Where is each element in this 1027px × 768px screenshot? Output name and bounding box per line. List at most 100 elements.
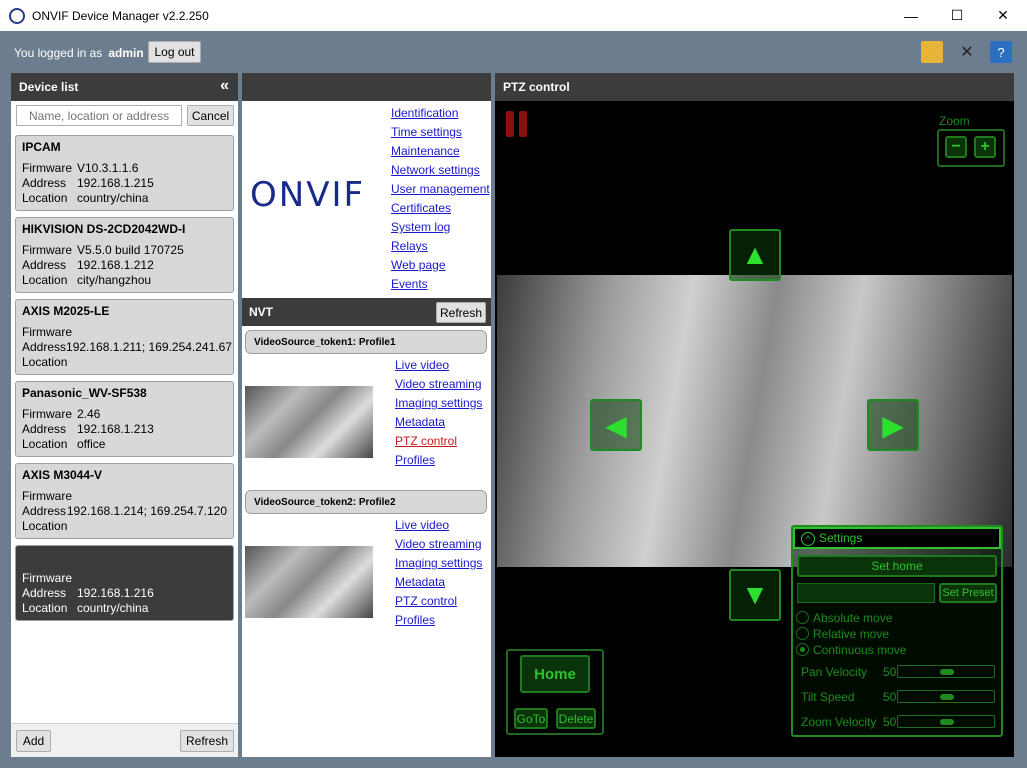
device-item[interactable]: IPCAM Firmware V10.3.1.1.6 Address 192.168…	[15, 135, 234, 211]
app-icon	[9, 7, 25, 24]
add-device-button[interactable]: Add	[16, 730, 51, 752]
zoom-in-button[interactable]: +	[974, 136, 996, 158]
device-location: city/hangzhou	[77, 273, 152, 287]
absolute-move-label: Absolute move	[813, 611, 893, 625]
link-web-page[interactable]: Web page	[391, 258, 446, 272]
device-item[interactable]: AXIS M2025-LE Firmware Address 192.168.1.…	[15, 299, 234, 375]
absolute-move-radio[interactable]	[796, 611, 809, 624]
zoom-velocity-value: 50	[883, 715, 897, 729]
firmware-label: Firmware	[22, 489, 72, 503]
address-label: Address	[22, 176, 67, 190]
device-address: 192.168.1.214; 169.254.7.120	[66, 504, 227, 518]
onvif-logo: ONVIF	[250, 175, 366, 215]
link-live-video[interactable]: Live video	[395, 518, 449, 532]
goto-button[interactable]: GoTo	[514, 708, 548, 729]
tilt-down-icon[interactable]: ▼	[729, 569, 781, 621]
pan-velocity-value: 50	[883, 665, 897, 679]
pan-velocity-slider[interactable]	[897, 665, 995, 678]
continuous-move-radio[interactable]	[796, 643, 809, 656]
device-name: IPCAM	[22, 140, 61, 154]
ptz-title: PTZ control	[503, 80, 570, 94]
link-identification[interactable]: Identification	[391, 106, 458, 120]
ptz-video-feed[interactable]	[497, 275, 1012, 567]
device-search-input[interactable]	[16, 105, 182, 126]
pause-icon[interactable]	[519, 111, 527, 137]
nvt-refresh-button[interactable]: Refresh	[436, 302, 486, 323]
ptz-settings-panel: ^ Settings Set home Set Preset Absolute m…	[791, 525, 1003, 737]
relative-move-label: Relative move	[813, 627, 890, 641]
device-firmware: V5.5.0 build 170725	[77, 243, 184, 257]
cancel-search-button[interactable]: Cancel	[187, 105, 234, 126]
link-ptz-control[interactable]: PTZ control	[395, 594, 457, 608]
link-system-log[interactable]: System log	[391, 220, 450, 234]
pan-right-icon[interactable]: ▶	[867, 399, 919, 451]
link-network-settings[interactable]: Network settings	[391, 163, 480, 177]
device-address: 192.168.1.213	[77, 422, 154, 436]
ptz-panel: PTZ control Zoom − + ▲ ▼ ◀ ▶ Home GoTo D…	[495, 73, 1014, 757]
close-button[interactable]: ✕	[980, 0, 1026, 31]
link-imaging-settings[interactable]: Imaging settings	[395, 396, 482, 410]
link-profiles[interactable]: Profiles	[395, 453, 435, 467]
link-video-streaming[interactable]: Video streaming	[395, 377, 482, 391]
collapse-icon[interactable]: «	[220, 77, 229, 95]
device-panel: ONVIF Identification Time settings Maint…	[242, 73, 491, 757]
zoom-label: Zoom	[939, 114, 970, 128]
link-metadata[interactable]: Metadata	[395, 575, 445, 589]
delete-button[interactable]: Delete	[556, 708, 596, 729]
slider-knob[interactable]	[940, 694, 954, 700]
device-name	[22, 550, 227, 566]
link-ptz-control-active[interactable]: PTZ control	[395, 434, 457, 448]
zoom-out-button[interactable]: −	[945, 136, 967, 158]
login-status: You logged in as admin	[14, 46, 144, 60]
ptz-panel-header: PTZ control	[495, 73, 1014, 101]
relative-move-radio[interactable]	[796, 627, 809, 640]
slider-knob[interactable]	[940, 669, 954, 675]
firmware-label: Firmware	[22, 161, 72, 175]
pan-left-icon[interactable]: ◀	[590, 399, 642, 451]
link-video-streaming[interactable]: Video streaming	[395, 537, 482, 551]
link-user-management[interactable]: User management	[391, 182, 490, 196]
device-item[interactable]: HIKVISION DS-2CD2042WD-I Firmware V5.5.0 …	[15, 217, 234, 293]
link-events[interactable]: Events	[391, 277, 428, 291]
maximize-button[interactable]: ☐	[934, 0, 980, 31]
link-certificates[interactable]: Certificates	[391, 201, 451, 215]
link-metadata[interactable]: Metadata	[395, 415, 445, 429]
device-firmware: 2.46	[77, 407, 101, 421]
tilt-up-icon[interactable]: ▲	[729, 229, 781, 281]
home-button[interactable]: Home	[520, 655, 590, 693]
tilt-speed-slider[interactable]	[897, 690, 995, 703]
minimize-button[interactable]: —	[888, 0, 934, 31]
refresh-devices-button[interactable]: Refresh	[180, 730, 234, 752]
tools-icon[interactable]: ✕	[956, 41, 978, 63]
link-maintenance[interactable]: Maintenance	[391, 144, 460, 158]
slider-knob[interactable]	[940, 719, 954, 725]
device-item[interactable]: AXIS M3044-V Firmware Address 192.168.1.2…	[15, 463, 234, 539]
device-item-selected[interactable]: Firmware Address 192.168.1.216 Location co…	[15, 545, 234, 621]
device-location: country/china	[77, 601, 149, 615]
address-label: Address	[22, 504, 67, 518]
device-firmware: V10.3.1.1.6	[77, 161, 139, 175]
pan-velocity-label: Pan Velocity	[801, 665, 868, 679]
continuous-move-label: Continuous move	[813, 643, 907, 657]
settings-toggle[interactable]: ^ Settings	[793, 527, 1001, 549]
device-item[interactable]: Panasonic_WV-SF538 Firmware 2.46 Address 1…	[15, 381, 234, 457]
pause-icon[interactable]	[506, 111, 514, 137]
logout-button[interactable]: Log out	[148, 41, 201, 63]
device-address: 192.168.1.215	[77, 176, 154, 190]
profile-thumbnail[interactable]	[245, 546, 373, 618]
preset-name-input[interactable]	[797, 583, 935, 603]
link-profiles[interactable]: Profiles	[395, 613, 435, 627]
help-icon[interactable]: ?	[990, 41, 1012, 63]
profile-header: VideoSource_token1: Profile1	[245, 330, 487, 354]
link-live-video[interactable]: Live video	[395, 358, 449, 372]
link-relays[interactable]: Relays	[391, 239, 428, 253]
link-time-settings[interactable]: Time settings	[391, 125, 462, 139]
address-label: Address	[22, 586, 67, 600]
zoom-velocity-slider[interactable]	[897, 715, 995, 728]
link-imaging-settings[interactable]: Imaging settings	[395, 556, 482, 570]
profile-header: VideoSource_token2: Profile2	[245, 490, 487, 514]
profile-thumbnail[interactable]	[245, 386, 373, 458]
set-home-button[interactable]: Set home	[797, 555, 997, 577]
settings-folder-icon[interactable]	[921, 41, 943, 63]
set-preset-button[interactable]: Set Preset	[939, 583, 997, 603]
